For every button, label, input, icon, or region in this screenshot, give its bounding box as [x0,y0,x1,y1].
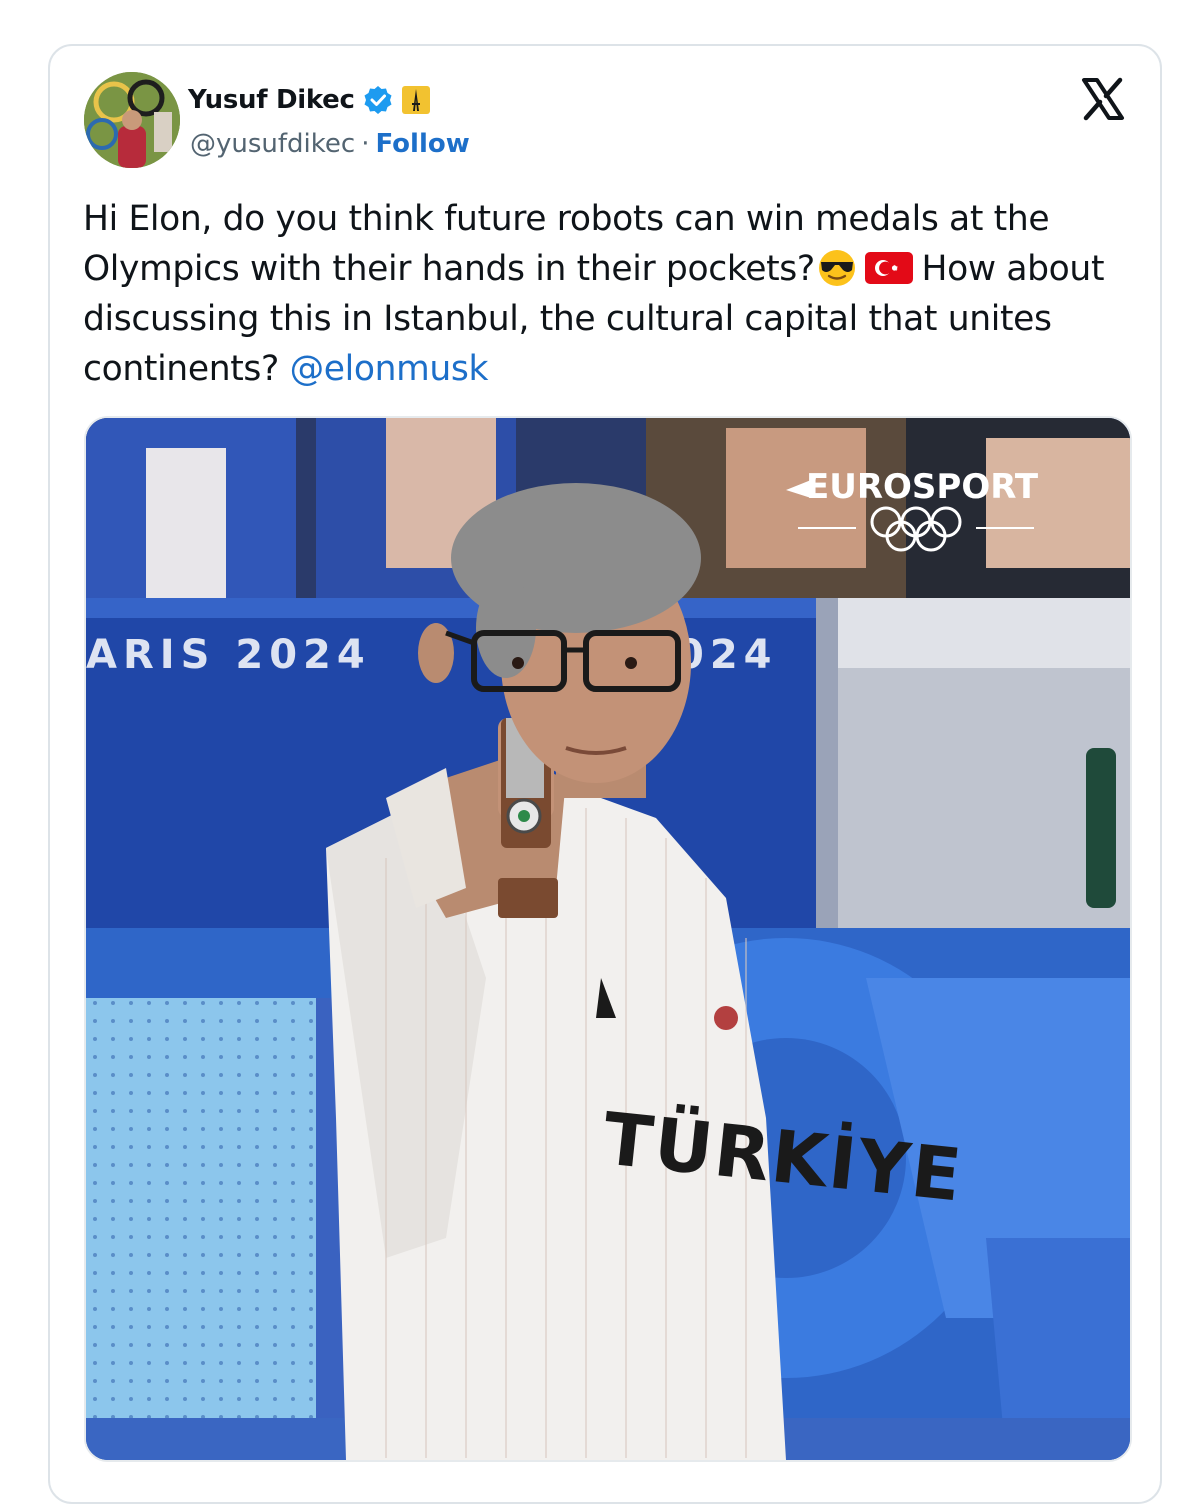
verified-badge-icon [363,85,393,115]
author-handle[interactable]: @yusufdikec [190,129,355,159]
turkey-flag-emoji [863,248,913,288]
affiliation-badge-icon[interactable] [401,85,431,115]
olympic-shooter-photo: ARIS 2024 024 TÜRKİYE EUROSPORT [86,418,1130,1460]
author-display-name[interactable]: Yusuf Dikec [188,85,355,115]
author-name-row: Yusuf Dikec [188,80,431,120]
eurosport-logo-text: EUROSPORT [806,467,1039,507]
tweet-embed-card: Yusuf Dikec @yusufdikec · Follow Hi Elon… [48,44,1162,1504]
follow-link[interactable]: Follow [375,129,469,159]
tweet-media-image[interactable]: ARIS 2024 024 TÜRKİYE EUROSPORT [84,416,1132,1462]
x-logo-icon[interactable] [1080,76,1126,122]
avatar[interactable] [84,72,180,168]
author-handle-row: @yusufdikec · Follow [190,126,470,162]
sunglasses-emoji [815,248,863,288]
mention-link[interactable]: @elonmusk [290,349,489,389]
paris-2024-banner-right: 024 [676,632,778,678]
paris-2024-banner-left: ARIS 2024 [86,632,371,678]
tweet-text: Hi Elon, do you think future robots can … [83,194,1133,394]
separator-dot: · [361,129,370,159]
